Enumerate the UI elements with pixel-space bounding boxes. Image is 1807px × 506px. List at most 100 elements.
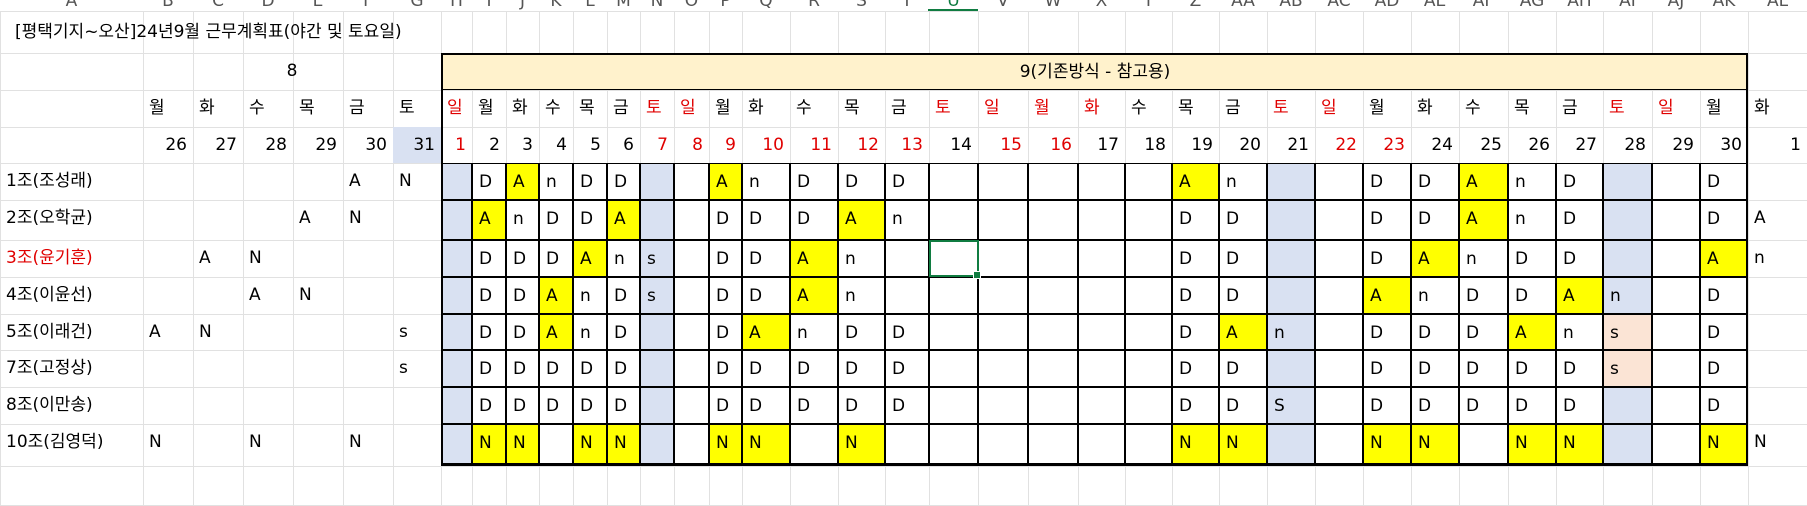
schedule-cell[interactable] xyxy=(441,314,472,350)
schedule-cell[interactable]: D xyxy=(1411,200,1459,240)
column-header-al[interactable]: AL xyxy=(1748,0,1807,11)
schedule-cell[interactable]: D xyxy=(1459,277,1508,314)
schedule-cell[interactable] xyxy=(1125,277,1172,314)
schedule-cell[interactable]: A xyxy=(1508,314,1556,350)
active-cell-selection[interactable] xyxy=(929,240,981,279)
schedule-cell[interactable]: A xyxy=(742,314,790,350)
date-cell[interactable]: 28 xyxy=(243,127,293,163)
schedule-cell[interactable]: D xyxy=(472,387,506,424)
schedule-cell[interactable]: N xyxy=(243,424,293,466)
schedule-cell[interactable] xyxy=(143,163,193,200)
schedule-cell[interactable]: A xyxy=(472,200,506,240)
schedule-cell[interactable] xyxy=(193,200,243,240)
schedule-cell[interactable]: D xyxy=(1459,314,1508,350)
column-header-t[interactable]: T xyxy=(885,0,929,11)
schedule-cell[interactable]: A xyxy=(1459,200,1508,240)
schedule-cell[interactable]: D xyxy=(1411,163,1459,200)
schedule-cell[interactable] xyxy=(1459,424,1508,466)
schedule-cell[interactable]: D xyxy=(742,277,790,314)
schedule-cell[interactable]: D xyxy=(1459,350,1508,387)
weekday-cell[interactable]: 월 xyxy=(143,90,193,127)
schedule-cell[interactable]: D xyxy=(742,240,790,277)
schedule-cell[interactable] xyxy=(1078,277,1125,314)
schedule-cell[interactable]: A xyxy=(709,163,742,200)
weekday-cell[interactable]: 화 xyxy=(1411,90,1459,127)
schedule-cell[interactable] xyxy=(885,277,929,314)
schedule-cell[interactable]: N xyxy=(506,424,539,466)
schedule-cell[interactable] xyxy=(1603,387,1652,424)
schedule-cell[interactable]: A xyxy=(1556,277,1603,314)
weekday-cell[interactable]: 수 xyxy=(243,90,293,127)
schedule-cell[interactable] xyxy=(343,387,393,424)
schedule-cell[interactable] xyxy=(978,277,1028,314)
column-header-a[interactable]: A xyxy=(0,0,143,11)
team-name-cell[interactable]: 4조(이윤선) xyxy=(0,277,143,314)
schedule-cell[interactable] xyxy=(929,350,978,387)
schedule-cell[interactable] xyxy=(293,424,343,466)
schedule-cell[interactable]: D xyxy=(709,387,742,424)
weekday-cell[interactable]: 화 xyxy=(1078,90,1125,127)
schedule-cell[interactable] xyxy=(1125,240,1172,277)
schedule-cell[interactable]: A xyxy=(143,314,193,350)
schedule-cell[interactable]: D xyxy=(790,200,838,240)
schedule-cell[interactable]: D xyxy=(1411,314,1459,350)
column-header-aj[interactable]: AJ xyxy=(1652,0,1700,11)
schedule-cell[interactable] xyxy=(193,350,243,387)
weekday-cell[interactable]: 목 xyxy=(838,90,885,127)
date-cell[interactable]: 10 xyxy=(742,127,790,163)
schedule-cell[interactable]: D xyxy=(573,200,607,240)
schedule-cell[interactable]: D xyxy=(1219,277,1267,314)
schedule-cell[interactable]: D xyxy=(885,387,929,424)
schedule-cell[interactable]: n xyxy=(790,314,838,350)
schedule-cell[interactable]: D xyxy=(1363,314,1411,350)
weekday-cell[interactable]: 월 xyxy=(472,90,506,127)
schedule-cell[interactable]: A xyxy=(1411,240,1459,277)
schedule-cell[interactable] xyxy=(1267,163,1315,200)
schedule-cell[interactable] xyxy=(441,424,472,466)
schedule-cell[interactable] xyxy=(1652,424,1700,466)
date-cell[interactable]: 29 xyxy=(293,127,343,163)
schedule-cell[interactable] xyxy=(1078,163,1125,200)
schedule-cell[interactable] xyxy=(243,314,293,350)
schedule-cell[interactable]: n xyxy=(1556,314,1603,350)
schedule-cell[interactable] xyxy=(1315,200,1363,240)
schedule-cell[interactable]: n xyxy=(506,200,539,240)
weekday-cell[interactable]: 화 xyxy=(742,90,790,127)
schedule-cell[interactable] xyxy=(978,424,1028,466)
team-name-cell[interactable]: 7조(고정상) xyxy=(0,350,143,387)
schedule-cell[interactable]: D xyxy=(1700,387,1748,424)
schedule-cell[interactable]: A xyxy=(1172,163,1219,200)
weekday-cell[interactable]: 화 xyxy=(193,90,243,127)
schedule-cell[interactable]: D xyxy=(790,163,838,200)
date-cell[interactable]: 17 xyxy=(1078,127,1125,163)
schedule-cell[interactable] xyxy=(1078,200,1125,240)
schedule-cell[interactable]: N xyxy=(193,314,243,350)
schedule-cell[interactable]: D xyxy=(1508,240,1556,277)
schedule-cell[interactable]: s xyxy=(393,314,441,350)
schedule-cell[interactable] xyxy=(441,240,472,277)
schedule-cell[interactable] xyxy=(929,387,978,424)
date-cell[interactable]: 13 xyxy=(885,127,929,163)
schedule-cell[interactable]: D xyxy=(1556,200,1603,240)
schedule-cell[interactable] xyxy=(1125,314,1172,350)
schedule-cell[interactable] xyxy=(790,424,838,466)
column-header-ab[interactable]: AB xyxy=(1267,0,1315,11)
weekday-cell[interactable]: 월 xyxy=(1700,90,1748,127)
schedule-cell[interactable] xyxy=(885,424,929,466)
date-cell[interactable]: 16 xyxy=(1028,127,1078,163)
column-header-ad[interactable]: AD xyxy=(1363,0,1411,11)
weekday-cell[interactable]: 목 xyxy=(293,90,343,127)
schedule-cell[interactable] xyxy=(1652,163,1700,200)
date-cell[interactable]: 14 xyxy=(929,127,978,163)
weekday-cell[interactable]: 목 xyxy=(1172,90,1219,127)
column-header-i[interactable]: I xyxy=(472,0,506,11)
schedule-cell[interactable]: N xyxy=(573,424,607,466)
schedule-cell[interactable] xyxy=(143,200,193,240)
weekday-cell[interactable]: 목 xyxy=(573,90,607,127)
schedule-cell[interactable] xyxy=(539,424,573,466)
schedule-cell[interactable]: A xyxy=(838,200,885,240)
schedule-cell[interactable]: D xyxy=(539,387,573,424)
schedule-cell[interactable] xyxy=(1315,387,1363,424)
column-header-m[interactable]: M xyxy=(607,0,640,11)
schedule-cell[interactable]: A xyxy=(243,277,293,314)
